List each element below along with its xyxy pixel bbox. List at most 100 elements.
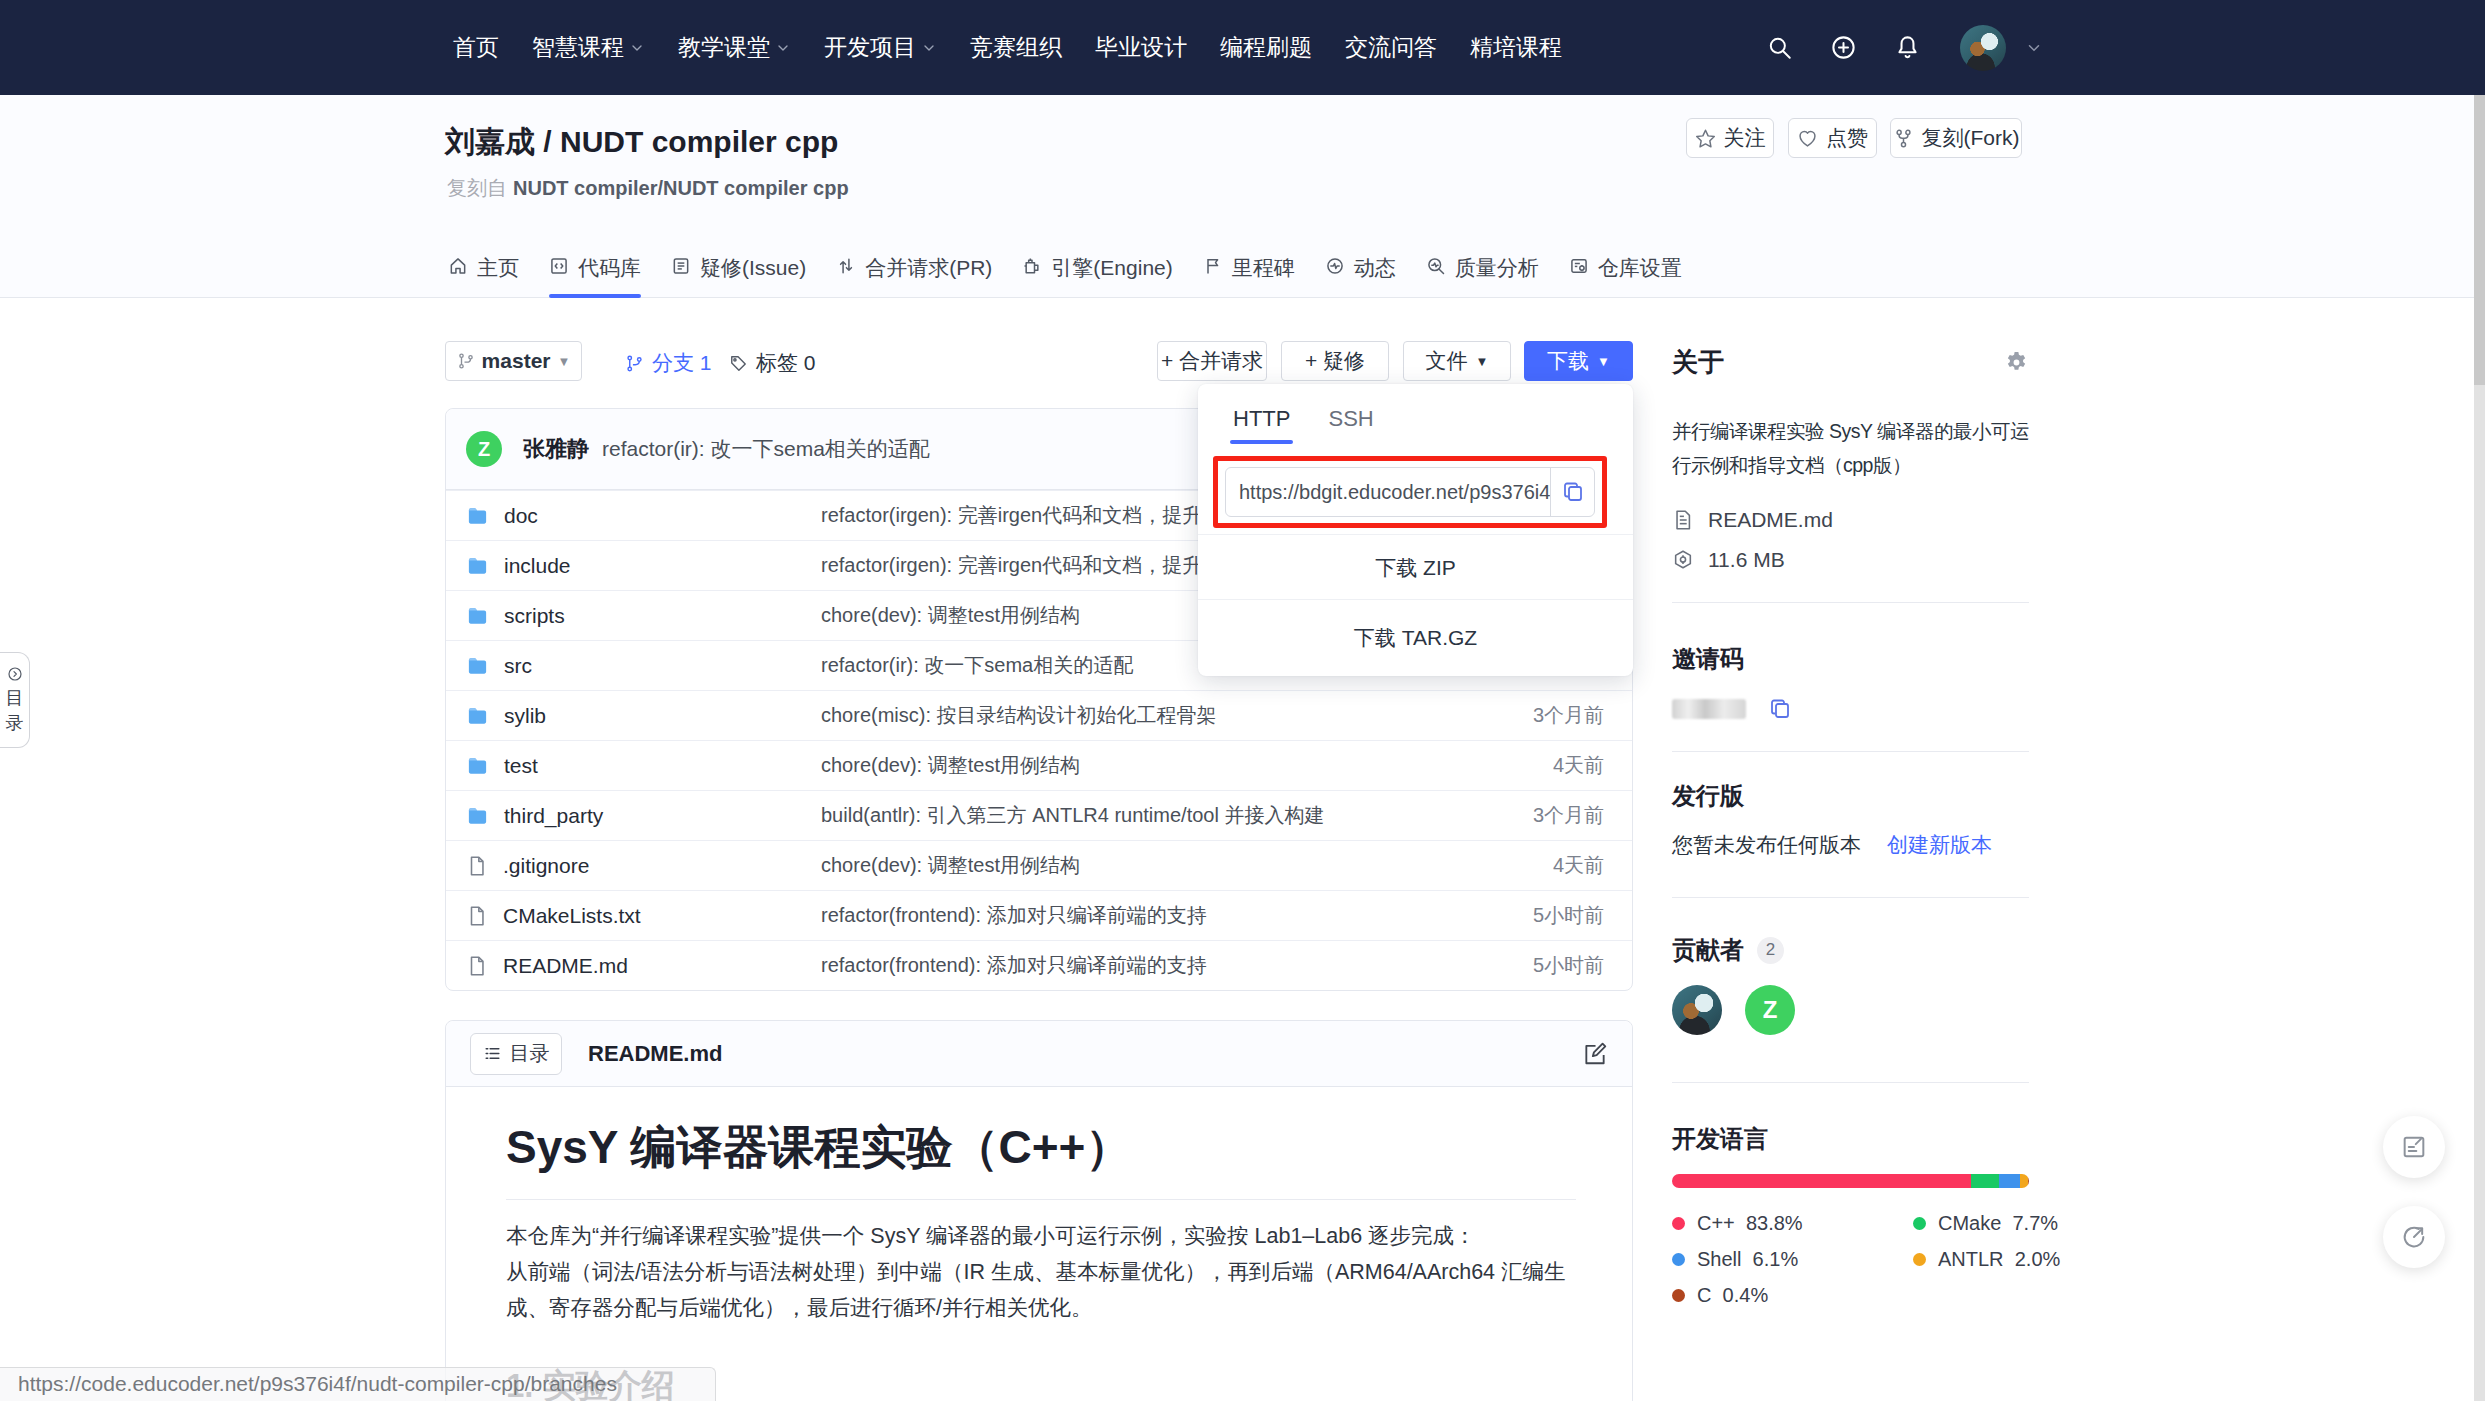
file-name-cell[interactable]: third_party (466, 804, 821, 828)
file-name-cell[interactable]: include (466, 554, 821, 578)
readme-card: 目录 README.md SysY 编译器课程实验（C++） 本仓库为“并行编译… (445, 1020, 1633, 1401)
file-row[interactable]: test chore(dev): 调整test用例结构 4天前 (446, 740, 1632, 790)
file-row[interactable]: CMakeLists.txt refactor(frontend): 添加对只编… (446, 890, 1632, 940)
user-menu-chevron-icon[interactable] (2025, 39, 2043, 57)
download-tab-http[interactable]: HTTP (1233, 406, 1290, 444)
nav-item[interactable]: 竞赛组织 (970, 32, 1062, 63)
chevron-down-icon (921, 40, 937, 56)
like-button[interactable]: 点赞 (1788, 118, 1877, 158)
package-icon (1672, 549, 1694, 571)
file-commit-message[interactable]: chore(dev): 调整test用例结构 (821, 852, 1474, 879)
language-dot (1913, 1253, 1926, 1266)
readme-link-item[interactable]: README.md (1672, 508, 2029, 532)
search-icon[interactable] (1767, 35, 1793, 61)
tab-issues[interactable]: 疑修(Issue) (671, 240, 806, 298)
commit-message[interactable]: refactor(ir): 改一下sema相关的适配 (602, 435, 930, 463)
copy-url-button[interactable] (1550, 468, 1594, 516)
tab-activity[interactable]: 动态 (1325, 240, 1396, 298)
plus-circle-icon[interactable] (1830, 34, 1857, 61)
contributor-avatar-1[interactable] (1672, 985, 1722, 1035)
nav-item[interactable]: 毕业设计 (1095, 32, 1187, 63)
nav-item-label: 智慧课程 (532, 32, 624, 63)
fork-label: 复刻(Fork) (1922, 124, 2020, 152)
new-issue-button[interactable]: + 疑修 (1281, 341, 1389, 381)
commit-author-name[interactable]: 张雅静 (523, 434, 589, 464)
nav-item-label: 精培课程 (1470, 32, 1562, 63)
file-row[interactable]: sylib chore(misc): 按目录结构设计初始化工程骨架 3个月前 (446, 690, 1632, 740)
tab-settings[interactable]: 仓库设置 (1569, 240, 1682, 298)
nav-item[interactable]: 教学课堂 (678, 32, 791, 63)
file-name-cell[interactable]: doc (466, 504, 821, 528)
nav-item[interactable]: 精培课程 (1470, 32, 1562, 63)
nav-item[interactable]: 智慧课程 (532, 32, 645, 63)
file-name-cell[interactable]: scripts (466, 604, 821, 628)
tab-milestone[interactable]: 里程碑 (1203, 240, 1295, 298)
file-name-cell[interactable]: CMakeLists.txt (466, 904, 821, 928)
scrollbar-thumb[interactable] (2474, 95, 2485, 385)
nav-item[interactable]: 开发项目 (824, 32, 937, 63)
sidebar-divider-4 (1672, 1082, 2029, 1083)
file-name-cell[interactable]: .gitignore (466, 854, 821, 878)
nav-item[interactable]: 编程刷题 (1220, 32, 1312, 63)
file-commit-message[interactable]: refactor(frontend): 添加对只编译前端的支持 (821, 902, 1474, 929)
gear-icon[interactable] (2004, 350, 2029, 375)
watch-button[interactable]: 关注 (1686, 118, 1774, 158)
language-legend-item: ANTLR 2.0% (1913, 1248, 2060, 1271)
folder-icon (466, 804, 489, 827)
tab-code[interactable]: 代码库 (549, 240, 641, 298)
language-dot (1913, 1217, 1926, 1230)
file-name-cell[interactable]: src (466, 654, 821, 678)
language-legend-item: C 0.4% (1672, 1284, 1913, 1307)
language-label: ANTLR 2.0% (1938, 1248, 2060, 1271)
tab-pull-requests[interactable]: 合并请求(PR) (836, 240, 992, 298)
file-name: doc (504, 504, 538, 528)
commit-author-avatar[interactable]: Z (466, 431, 502, 467)
file-name-cell[interactable]: README.md (466, 954, 821, 978)
nav-item[interactable]: 交流问答 (1345, 32, 1437, 63)
tab-home[interactable]: 主页 (448, 240, 519, 298)
contributor-avatar-2[interactable]: Z (1745, 985, 1795, 1035)
clone-url-input[interactable]: https://bdgit.educoder.net/p9s376i4 (1225, 467, 1595, 517)
feedback-button[interactable] (2383, 1116, 2445, 1178)
bell-icon[interactable] (1894, 34, 1921, 61)
nav-item[interactable]: 首页 (453, 32, 499, 63)
download-tab-ssh[interactable]: SSH (1328, 406, 1373, 444)
activity-icon (1325, 256, 1345, 276)
edit-icon[interactable] (1582, 1041, 1608, 1067)
branches-stat[interactable]: 分支 1 (625, 349, 712, 377)
download-zip[interactable]: 下载 ZIP (1198, 554, 1633, 582)
file-row[interactable]: README.md refactor(frontend): 添加对只编译前端的支… (446, 940, 1632, 990)
new-pr-button[interactable]: + 合并请求 (1157, 341, 1267, 381)
tags-stat[interactable]: 标签 0 (729, 349, 816, 377)
fork-button[interactable]: 复刻(Fork) (1890, 118, 2022, 158)
create-release-link[interactable]: 创建新版本 (1887, 831, 1992, 859)
nav-item-label: 开发项目 (824, 32, 916, 63)
pull-request-icon (836, 256, 856, 276)
download-button[interactable]: 下载▼ (1524, 341, 1633, 381)
branch-selector[interactable]: master ▼ (445, 341, 582, 381)
language-bar (1672, 1174, 2029, 1188)
tab-quality[interactable]: 质量分析 (1426, 240, 1539, 298)
files-button[interactable]: 文件▼ (1403, 341, 1511, 381)
download-targz[interactable]: 下载 TAR.GZ (1198, 624, 1633, 652)
user-avatar[interactable] (1960, 25, 2006, 71)
toc-button[interactable]: 目录 (470, 1033, 562, 1075)
repo-description: 并行编译课程实验 SysY 编译器的最小可运行示例和指导文档（cpp版） (1672, 414, 2029, 482)
file-commit-message[interactable]: chore(misc): 按目录结构设计初始化工程骨架 (821, 702, 1474, 729)
file-name-cell[interactable]: sylib (466, 704, 821, 728)
sidebar-divider-2 (1672, 751, 2029, 752)
file-row[interactable]: .gitignore chore(dev): 调整test用例结构 4天前 (446, 840, 1632, 890)
branch-caret-icon: ▼ (558, 354, 571, 369)
file-commit-message[interactable]: build(antlr): 引入第三方 ANTLR4 runtime/tool … (821, 802, 1474, 829)
share-button[interactable] (2383, 1206, 2445, 1268)
file-commit-message[interactable]: chore(dev): 调整test用例结构 (821, 752, 1474, 779)
nav-item-label: 毕业设计 (1095, 32, 1187, 63)
heart-icon (1797, 128, 1818, 149)
file-commit-message[interactable]: refactor(frontend): 添加对只编译前端的支持 (821, 952, 1474, 979)
tab-engine[interactable]: 引擎(Engine) (1022, 240, 1172, 298)
file-name-cell[interactable]: test (466, 754, 821, 778)
file-row[interactable]: third_party build(antlr): 引入第三方 ANTLR4 r… (446, 790, 1632, 840)
copy-icon[interactable] (1768, 697, 1792, 721)
fork-source-link[interactable]: NUDT compiler/NUDT compiler cpp (513, 177, 849, 199)
toc-side-tab[interactable]: 目 录 (0, 652, 30, 748)
